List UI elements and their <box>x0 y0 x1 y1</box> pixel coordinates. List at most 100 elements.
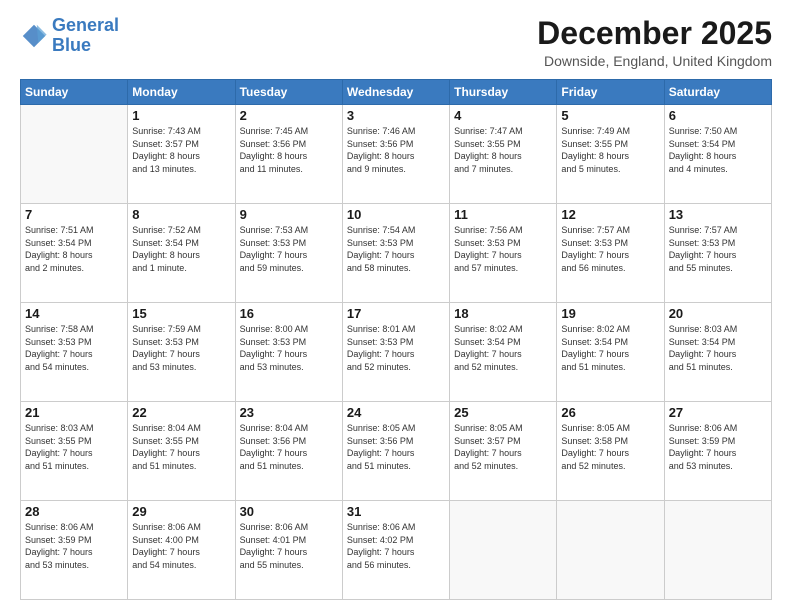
day-number: 31 <box>347 504 445 519</box>
calendar-cell: 29 Sunrise: 8:06 AMSunset: 4:00 PMDayligh… <box>128 501 235 600</box>
logo-general: General <box>52 15 119 35</box>
day-number: 26 <box>561 405 659 420</box>
day-number: 9 <box>240 207 338 222</box>
day-number: 8 <box>132 207 230 222</box>
header-row: SundayMondayTuesdayWednesdayThursdayFrid… <box>21 80 772 105</box>
week-row-1: 1 Sunrise: 7:43 AMSunset: 3:57 PMDaylight… <box>21 105 772 204</box>
calendar-cell: 3Sunrise: 7:46 AMSunset: 3:56 PMDaylight… <box>342 105 449 204</box>
calendar-cell: 4Sunrise: 7:47 AMSunset: 3:55 PMDaylight… <box>450 105 557 204</box>
day-number: 7 <box>25 207 123 222</box>
day-number: 19 <box>561 306 659 321</box>
calendar-cell: 25 Sunrise: 8:05 AMSunset: 3:57 PMDayligh… <box>450 402 557 501</box>
day-info: Sunrise: 8:05 AMSunset: 3:57 PMDaylight:… <box>454 422 552 472</box>
calendar-cell: 1 Sunrise: 7:43 AMSunset: 3:57 PMDaylight… <box>128 105 235 204</box>
calendar-cell: 6Sunrise: 7:50 AMSunset: 3:54 PMDaylight… <box>664 105 771 204</box>
calendar-cell: 26 Sunrise: 8:05 AMSunset: 3:58 PMDayligh… <box>557 402 664 501</box>
logo-text: General Blue <box>52 16 119 56</box>
calendar-cell: 23 Sunrise: 8:04 AMSunset: 3:56 PMDayligh… <box>235 402 342 501</box>
calendar-cell: 11Sunrise: 7:56 AMSunset: 3:53 PMDayligh… <box>450 204 557 303</box>
day-number: 29 <box>132 504 230 519</box>
header-day-tuesday: Tuesday <box>235 80 342 105</box>
day-info: Sunrise: 7:51 AMSunset: 3:54 PMDaylight:… <box>25 224 123 274</box>
day-number: 6 <box>669 108 767 123</box>
calendar-cell: 18 Sunrise: 8:02 AMSunset: 3:54 PMDayligh… <box>450 303 557 402</box>
calendar-table: SundayMondayTuesdayWednesdayThursdayFrid… <box>20 79 772 600</box>
calendar-cell: 15 Sunrise: 7:59 AMSunset: 3:53 PMDayligh… <box>128 303 235 402</box>
calendar-cell <box>21 105 128 204</box>
day-info: Sunrise: 8:03 AMSunset: 3:54 PMDaylight:… <box>669 323 767 373</box>
calendar-cell <box>664 501 771 600</box>
day-info: Sunrise: 7:54 AMSunset: 3:53 PMDaylight:… <box>347 224 445 274</box>
logo-icon <box>20 22 48 50</box>
day-info: Sunrise: 8:05 AMSunset: 3:58 PMDaylight:… <box>561 422 659 472</box>
day-number: 5 <box>561 108 659 123</box>
day-number: 30 <box>240 504 338 519</box>
day-info: Sunrise: 8:03 AMSunset: 3:55 PMDaylight:… <box>25 422 123 472</box>
day-number: 17 <box>347 306 445 321</box>
day-info: Sunrise: 8:02 AMSunset: 3:54 PMDaylight:… <box>561 323 659 373</box>
day-info: Sunrise: 7:56 AMSunset: 3:53 PMDaylight:… <box>454 224 552 274</box>
day-info: Sunrise: 7:53 AMSunset: 3:53 PMDaylight:… <box>240 224 338 274</box>
day-number: 27 <box>669 405 767 420</box>
day-number: 18 <box>454 306 552 321</box>
day-number: 3 <box>347 108 445 123</box>
calendar-cell: 20Sunrise: 8:03 AMSunset: 3:54 PMDayligh… <box>664 303 771 402</box>
calendar-cell <box>557 501 664 600</box>
calendar-cell: 24 Sunrise: 8:05 AMSunset: 3:56 PMDayligh… <box>342 402 449 501</box>
day-info: Sunrise: 7:57 AMSunset: 3:53 PMDaylight:… <box>561 224 659 274</box>
day-number: 23 <box>240 405 338 420</box>
header: General Blue December 2025 Downside, Eng… <box>20 16 772 69</box>
day-info: Sunrise: 7:58 AMSunset: 3:53 PMDaylight:… <box>25 323 123 373</box>
calendar-cell: 19 Sunrise: 8:02 AMSunset: 3:54 PMDayligh… <box>557 303 664 402</box>
month-title: December 2025 <box>537 16 772 51</box>
header-day-saturday: Saturday <box>664 80 771 105</box>
day-info: Sunrise: 7:43 AMSunset: 3:57 PMDaylight:… <box>132 125 230 175</box>
calendar-cell: 28Sunrise: 8:06 AMSunset: 3:59 PMDayligh… <box>21 501 128 600</box>
calendar-cell: 31Sunrise: 8:06 AMSunset: 4:02 PMDayligh… <box>342 501 449 600</box>
day-number: 25 <box>454 405 552 420</box>
calendar-cell: 30Sunrise: 8:06 AMSunset: 4:01 PMDayligh… <box>235 501 342 600</box>
calendar-cell: 9 Sunrise: 7:53 AMSunset: 3:53 PMDaylight… <box>235 204 342 303</box>
header-day-wednesday: Wednesday <box>342 80 449 105</box>
page: General Blue December 2025 Downside, Eng… <box>0 0 792 612</box>
calendar-cell <box>450 501 557 600</box>
header-day-friday: Friday <box>557 80 664 105</box>
day-number: 16 <box>240 306 338 321</box>
calendar-cell: 14 Sunrise: 7:58 AMSunset: 3:53 PMDayligh… <box>21 303 128 402</box>
day-info: Sunrise: 8:04 AMSunset: 3:56 PMDaylight:… <box>240 422 338 472</box>
day-number: 28 <box>25 504 123 519</box>
day-number: 24 <box>347 405 445 420</box>
day-info: Sunrise: 8:01 AMSunset: 3:53 PMDaylight:… <box>347 323 445 373</box>
calendar-cell: 22 Sunrise: 8:04 AMSunset: 3:55 PMDayligh… <box>128 402 235 501</box>
calendar-cell: 7 Sunrise: 7:51 AMSunset: 3:54 PMDaylight… <box>21 204 128 303</box>
calendar-cell: 5 Sunrise: 7:49 AMSunset: 3:55 PMDaylight… <box>557 105 664 204</box>
day-info: Sunrise: 7:57 AMSunset: 3:53 PMDaylight:… <box>669 224 767 274</box>
day-info: Sunrise: 7:52 AMSunset: 3:54 PMDaylight:… <box>132 224 230 274</box>
day-number: 12 <box>561 207 659 222</box>
calendar-cell: 27Sunrise: 8:06 AMSunset: 3:59 PMDayligh… <box>664 402 771 501</box>
week-row-4: 21Sunrise: 8:03 AMSunset: 3:55 PMDayligh… <box>21 402 772 501</box>
day-number: 22 <box>132 405 230 420</box>
day-info: Sunrise: 8:02 AMSunset: 3:54 PMDaylight:… <box>454 323 552 373</box>
header-day-thursday: Thursday <box>450 80 557 105</box>
day-info: Sunrise: 8:00 AMSunset: 3:53 PMDaylight:… <box>240 323 338 373</box>
day-info: Sunrise: 7:49 AMSunset: 3:55 PMDaylight:… <box>561 125 659 175</box>
header-day-monday: Monday <box>128 80 235 105</box>
day-number: 13 <box>669 207 767 222</box>
day-number: 15 <box>132 306 230 321</box>
day-number: 1 <box>132 108 230 123</box>
week-row-2: 7 Sunrise: 7:51 AMSunset: 3:54 PMDaylight… <box>21 204 772 303</box>
calendar-cell: 10 Sunrise: 7:54 AMSunset: 3:53 PMDayligh… <box>342 204 449 303</box>
day-number: 10 <box>347 207 445 222</box>
calendar-cell: 16 Sunrise: 8:00 AMSunset: 3:53 PMDayligh… <box>235 303 342 402</box>
calendar-cell: 13 Sunrise: 7:57 AMSunset: 3:53 PMDayligh… <box>664 204 771 303</box>
day-info: Sunrise: 8:06 AMSunset: 4:00 PMDaylight:… <box>132 521 230 571</box>
calendar-cell: 17 Sunrise: 8:01 AMSunset: 3:53 PMDayligh… <box>342 303 449 402</box>
calendar-cell: 2Sunrise: 7:45 AMSunset: 3:56 PMDaylight… <box>235 105 342 204</box>
day-info: Sunrise: 8:05 AMSunset: 3:56 PMDaylight:… <box>347 422 445 472</box>
day-info: Sunrise: 7:59 AMSunset: 3:53 PMDaylight:… <box>132 323 230 373</box>
day-number: 14 <box>25 306 123 321</box>
day-info: Sunrise: 8:04 AMSunset: 3:55 PMDaylight:… <box>132 422 230 472</box>
calendar-cell: 8 Sunrise: 7:52 AMSunset: 3:54 PMDaylight… <box>128 204 235 303</box>
week-row-3: 14 Sunrise: 7:58 AMSunset: 3:53 PMDayligh… <box>21 303 772 402</box>
